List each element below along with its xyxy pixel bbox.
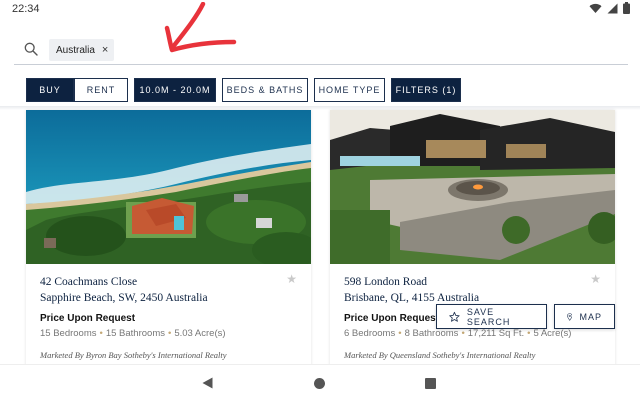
listing-card[interactable]: 42 Coachmans Close Sapphire Beach, SW, 2… (26, 110, 311, 366)
save-search-button[interactable]: SAVE SEARCH (436, 304, 547, 329)
status-bar: 22:34 (0, 0, 640, 20)
listing-bathrooms: 8 Bathrooms (404, 328, 459, 339)
listing-address-line1[interactable]: 42 Coachmans Close (40, 274, 208, 290)
buy-button[interactable]: BUY (26, 78, 74, 102)
chip-remove-icon[interactable]: × (102, 44, 108, 56)
star-outline-icon (449, 311, 460, 322)
listing-specs: 15 Bedrooms • 15 Bathrooms • 5.03 Acre(s) (40, 328, 226, 339)
listing-broker: Marketed By Queensland Sotheby's Interna… (344, 350, 536, 360)
listing-photo[interactable] (26, 110, 311, 264)
listing-price: Price Upon Request (40, 313, 136, 324)
listing-price: Price Upon Request (344, 313, 440, 324)
search-icon[interactable] (24, 42, 38, 56)
price-filter-button[interactable]: 10.0M - 20.0M (134, 78, 216, 102)
filter-bar: BUY RENT 10.0M - 20.0M BEDS & BATHS HOME… (0, 76, 640, 106)
location-chip-label: Australia (56, 44, 95, 56)
listing-bedrooms: 15 Bedrooms (40, 328, 97, 339)
system-nav-bar (0, 364, 640, 400)
separator-dot: • (99, 328, 103, 339)
listing-broker: Marketed By Byron Bay Sotheby's Internat… (40, 350, 227, 360)
listing-area: 5 Acre(s) (533, 328, 572, 339)
signal-icon (607, 3, 618, 13)
search-underline (14, 64, 628, 65)
listing-photo[interactable] (330, 110, 615, 264)
location-chip[interactable]: Australia × (49, 39, 115, 61)
status-icons (589, 2, 630, 14)
map-pin-icon (567, 312, 573, 321)
search-row: Australia × (0, 36, 640, 64)
rent-button[interactable]: RENT (74, 78, 128, 102)
map-label: MAP (579, 311, 602, 322)
beds-baths-button[interactable]: BEDS & BATHS (222, 78, 308, 102)
listing-sqft: 17,211 Sq Ft. (467, 328, 525, 339)
filters-button[interactable]: FILTERS (1) (391, 78, 461, 102)
back-icon[interactable] (202, 377, 213, 389)
listing-specs: 6 Bedrooms • 8 Bathrooms • 17,211 Sq Ft. • 5 A… (344, 328, 571, 339)
listing-bedrooms: 6 Bedrooms (344, 328, 396, 339)
listing-area: 5.03 Acre(s) (174, 328, 226, 339)
status-time: 22:34 (12, 3, 40, 15)
separator-dot: • (168, 328, 172, 339)
annotation-arrow (164, 2, 237, 53)
battery-icon (623, 2, 630, 14)
recents-icon[interactable] (425, 378, 436, 389)
home-type-button[interactable]: HOME TYPE (314, 78, 385, 102)
listing-address-line2: Sapphire Beach, SW, 2450 Australia (40, 292, 208, 304)
home-icon[interactable] (314, 378, 325, 389)
wifi-icon (589, 3, 602, 13)
star-icon[interactable]: ★ (286, 272, 297, 286)
separator-dot: • (398, 328, 402, 339)
listing-address[interactable]: 598 London Road Brisbane, QL, 4155 Austr… (344, 274, 479, 306)
separator-dot: • (527, 328, 531, 339)
listing-address-line1[interactable]: 598 London Road (344, 274, 479, 290)
save-search-label: SAVE SEARCH (466, 306, 511, 327)
map-button[interactable]: MAP (554, 304, 615, 329)
star-icon[interactable]: ★ (590, 272, 601, 286)
separator-dot: • (461, 328, 465, 339)
listing-bathrooms: 15 Bathrooms (105, 328, 165, 339)
listing-address[interactable]: 42 Coachmans Close Sapphire Beach, SW, 2… (40, 274, 208, 306)
